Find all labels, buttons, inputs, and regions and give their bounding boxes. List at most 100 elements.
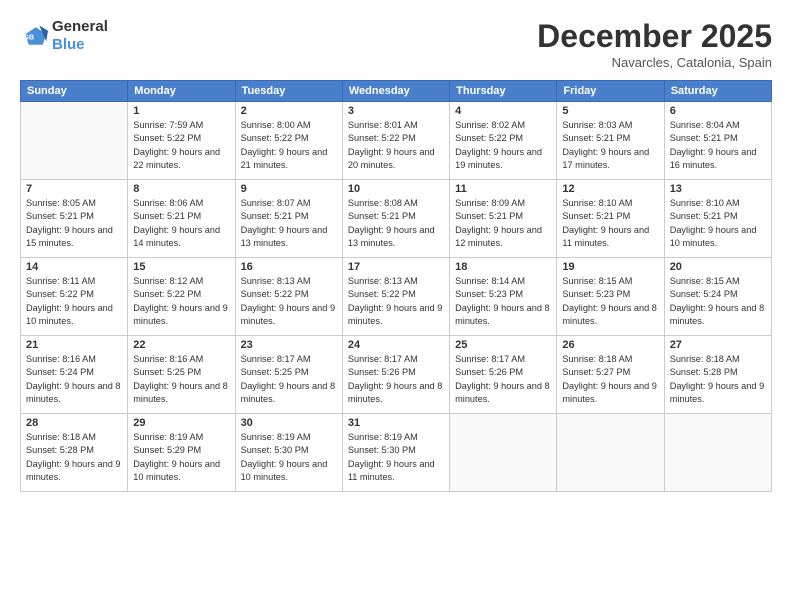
calendar-cell: 6 Sunrise: 8:04 AM Sunset: 5:21 PM Daylig… xyxy=(664,102,771,180)
day-info: Sunrise: 8:19 AM Sunset: 5:30 PM Dayligh… xyxy=(241,431,337,484)
day-info: Sunrise: 8:10 AM Sunset: 5:21 PM Dayligh… xyxy=(670,197,766,250)
column-header-thursday: Thursday xyxy=(450,81,557,102)
calendar-cell: 26 Sunrise: 8:18 AM Sunset: 5:27 PM Dayli… xyxy=(557,336,664,414)
calendar-cell: 19 Sunrise: 8:15 AM Sunset: 5:23 PM Dayli… xyxy=(557,258,664,336)
calendar-cell: 31Sunrise: 8:19 AM Sunset: 5:30 PM Dayli… xyxy=(342,414,449,492)
day-number: 13 xyxy=(670,183,766,195)
calendar-cell: 11Sunrise: 8:09 AM Sunset: 5:21 PM Dayli… xyxy=(450,180,557,258)
calendar-cell: 20 Sunrise: 8:15 AM Sunset: 5:24 PM Dayli… xyxy=(664,258,771,336)
day-number: 16 xyxy=(241,261,337,273)
calendar-week-1: 1Sunrise: 7:59 AM Sunset: 5:22 PM Daylig… xyxy=(21,102,772,180)
day-number: 4 xyxy=(455,105,551,117)
calendar-cell: 25 Sunrise: 8:17 AM Sunset: 5:26 PM Dayli… xyxy=(450,336,557,414)
day-info: Sunrise: 8:06 AM Sunset: 5:21 PM Dayligh… xyxy=(133,197,229,250)
day-number: 25 xyxy=(455,339,551,351)
calendar-cell xyxy=(557,414,664,492)
day-info: Sunrise: 7:59 AM Sunset: 5:22 PM Dayligh… xyxy=(133,119,229,172)
logo-general: General xyxy=(52,18,108,35)
day-number: 8 xyxy=(133,183,229,195)
calendar-cell: 18 Sunrise: 8:14 AM Sunset: 5:23 PM Dayli… xyxy=(450,258,557,336)
day-number: 5 xyxy=(562,105,658,117)
day-number: 31 xyxy=(348,417,444,429)
calendar-cell: 7 Sunrise: 8:05 AM Sunset: 5:21 PM Daylig… xyxy=(21,180,128,258)
logo: GB General Blue xyxy=(20,18,108,54)
day-info: Sunrise: 8:07 AM Sunset: 5:21 PM Dayligh… xyxy=(241,197,337,250)
day-number: 17 xyxy=(348,261,444,273)
day-number: 21 xyxy=(26,339,122,351)
calendar-cell: 23 Sunrise: 8:17 AM Sunset: 5:25 PM Dayli… xyxy=(235,336,342,414)
day-info: Sunrise: 8:19 AM Sunset: 5:29 PM Dayligh… xyxy=(133,431,229,484)
column-header-friday: Friday xyxy=(557,81,664,102)
calendar-cell: 4 Sunrise: 8:02 AM Sunset: 5:22 PM Daylig… xyxy=(450,102,557,180)
location: Navarcles, Catalonia, Spain xyxy=(537,55,772,70)
day-info: Sunrise: 8:13 AM Sunset: 5:22 PM Dayligh… xyxy=(348,275,444,328)
calendar: SundayMondayTuesdayWednesdayThursdayFrid… xyxy=(20,80,772,492)
calendar-week-2: 7 Sunrise: 8:05 AM Sunset: 5:21 PM Daylig… xyxy=(21,180,772,258)
day-number: 6 xyxy=(670,105,766,117)
calendar-cell: 17 Sunrise: 8:13 AM Sunset: 5:22 PM Dayli… xyxy=(342,258,449,336)
day-number: 22 xyxy=(133,339,229,351)
day-number: 28 xyxy=(26,417,122,429)
day-info: Sunrise: 8:18 AM Sunset: 5:28 PM Dayligh… xyxy=(670,353,766,406)
day-info: Sunrise: 8:15 AM Sunset: 5:23 PM Dayligh… xyxy=(562,275,658,328)
day-info: Sunrise: 8:17 AM Sunset: 5:25 PM Dayligh… xyxy=(241,353,337,406)
day-number: 3 xyxy=(348,105,444,117)
day-info: Sunrise: 8:18 AM Sunset: 5:28 PM Dayligh… xyxy=(26,431,122,484)
calendar-cell: 30Sunrise: 8:19 AM Sunset: 5:30 PM Dayli… xyxy=(235,414,342,492)
logo-blue: Blue xyxy=(52,36,85,53)
logo-icon: GB xyxy=(20,22,48,50)
svg-text:GB: GB xyxy=(24,35,35,42)
calendar-cell xyxy=(21,102,128,180)
day-info: Sunrise: 8:02 AM Sunset: 5:22 PM Dayligh… xyxy=(455,119,551,172)
page: GB General Blue December 2025 Navarcles,… xyxy=(0,0,792,612)
calendar-cell: 1Sunrise: 7:59 AM Sunset: 5:22 PM Daylig… xyxy=(128,102,235,180)
day-number: 20 xyxy=(670,261,766,273)
day-info: Sunrise: 8:16 AM Sunset: 5:25 PM Dayligh… xyxy=(133,353,229,406)
calendar-cell xyxy=(664,414,771,492)
day-info: Sunrise: 8:12 AM Sunset: 5:22 PM Dayligh… xyxy=(133,275,229,328)
calendar-cell: 12 Sunrise: 8:10 AM Sunset: 5:21 PM Dayli… xyxy=(557,180,664,258)
calendar-header-row: SundayMondayTuesdayWednesdayThursdayFrid… xyxy=(21,81,772,102)
column-header-sunday: Sunday xyxy=(21,81,128,102)
column-header-saturday: Saturday xyxy=(664,81,771,102)
day-number: 23 xyxy=(241,339,337,351)
calendar-cell: 10 Sunrise: 8:08 AM Sunset: 5:21 PM Dayli… xyxy=(342,180,449,258)
calendar-cell: 28 Sunrise: 8:18 AM Sunset: 5:28 PM Dayli… xyxy=(21,414,128,492)
day-info: Sunrise: 8:16 AM Sunset: 5:24 PM Dayligh… xyxy=(26,353,122,406)
day-number: 10 xyxy=(348,183,444,195)
day-number: 19 xyxy=(562,261,658,273)
column-header-wednesday: Wednesday xyxy=(342,81,449,102)
calendar-cell: 5 Sunrise: 8:03 AM Sunset: 5:21 PM Daylig… xyxy=(557,102,664,180)
day-info: Sunrise: 8:14 AM Sunset: 5:23 PM Dayligh… xyxy=(455,275,551,328)
calendar-cell: 14Sunrise: 8:11 AM Sunset: 5:22 PM Dayli… xyxy=(21,258,128,336)
day-info: Sunrise: 8:18 AM Sunset: 5:27 PM Dayligh… xyxy=(562,353,658,406)
day-info: Sunrise: 8:03 AM Sunset: 5:21 PM Dayligh… xyxy=(562,119,658,172)
day-info: Sunrise: 8:04 AM Sunset: 5:21 PM Dayligh… xyxy=(670,119,766,172)
calendar-cell: 22 Sunrise: 8:16 AM Sunset: 5:25 PM Dayli… xyxy=(128,336,235,414)
day-info: Sunrise: 8:00 AM Sunset: 5:22 PM Dayligh… xyxy=(241,119,337,172)
logo-text: General Blue xyxy=(52,18,108,54)
calendar-cell: 24 Sunrise: 8:17 AM Sunset: 5:26 PM Dayli… xyxy=(342,336,449,414)
day-info: Sunrise: 8:01 AM Sunset: 5:22 PM Dayligh… xyxy=(348,119,444,172)
month-title: December 2025 xyxy=(537,18,772,55)
day-info: Sunrise: 8:17 AM Sunset: 5:26 PM Dayligh… xyxy=(455,353,551,406)
day-info: Sunrise: 8:15 AM Sunset: 5:24 PM Dayligh… xyxy=(670,275,766,328)
day-number: 27 xyxy=(670,339,766,351)
calendar-cell: 8 Sunrise: 8:06 AM Sunset: 5:21 PM Daylig… xyxy=(128,180,235,258)
day-number: 12 xyxy=(562,183,658,195)
day-info: Sunrise: 8:17 AM Sunset: 5:26 PM Dayligh… xyxy=(348,353,444,406)
day-info: Sunrise: 8:05 AM Sunset: 5:21 PM Dayligh… xyxy=(26,197,122,250)
day-number: 14 xyxy=(26,261,122,273)
day-info: Sunrise: 8:09 AM Sunset: 5:21 PM Dayligh… xyxy=(455,197,551,250)
calendar-cell: 21 Sunrise: 8:16 AM Sunset: 5:24 PM Dayli… xyxy=(21,336,128,414)
day-number: 26 xyxy=(562,339,658,351)
day-number: 2 xyxy=(241,105,337,117)
day-number: 7 xyxy=(26,183,122,195)
day-number: 15 xyxy=(133,261,229,273)
day-info: Sunrise: 8:08 AM Sunset: 5:21 PM Dayligh… xyxy=(348,197,444,250)
calendar-week-5: 28 Sunrise: 8:18 AM Sunset: 5:28 PM Dayli… xyxy=(21,414,772,492)
day-info: Sunrise: 8:10 AM Sunset: 5:21 PM Dayligh… xyxy=(562,197,658,250)
calendar-cell: 27 Sunrise: 8:18 AM Sunset: 5:28 PM Dayli… xyxy=(664,336,771,414)
day-number: 24 xyxy=(348,339,444,351)
day-number: 18 xyxy=(455,261,551,273)
